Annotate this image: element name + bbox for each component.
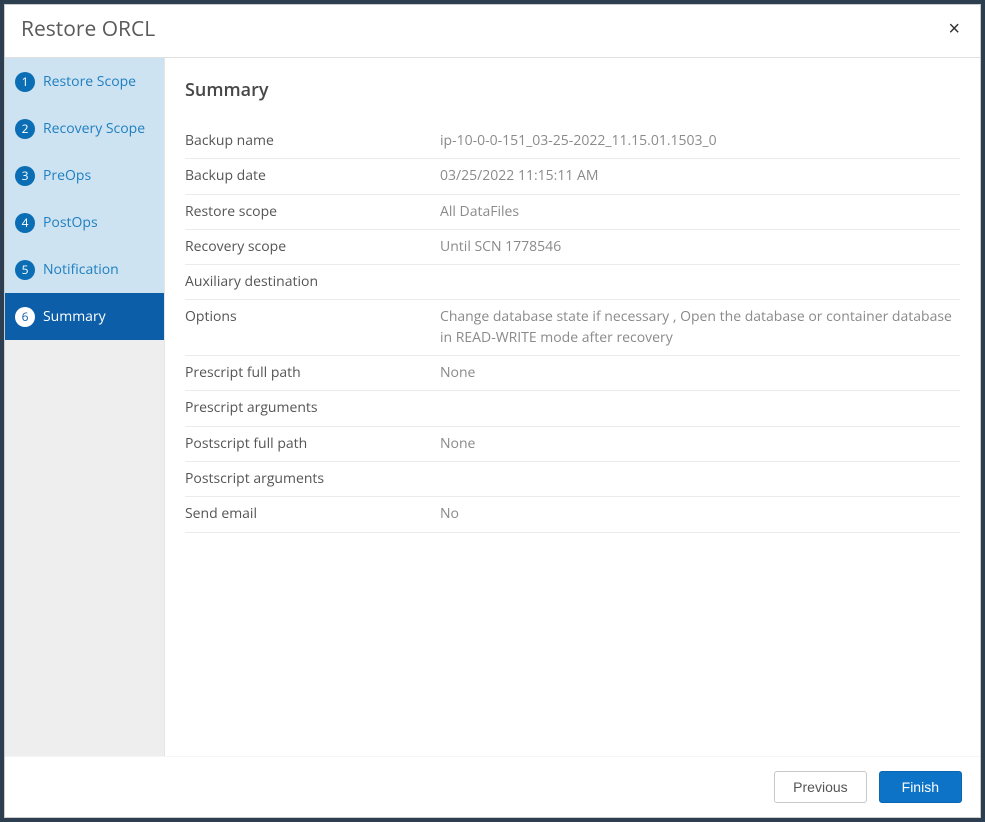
- summary-row-send-email: Send email No: [185, 497, 960, 532]
- summary-value: ip-10-0-0-151_03-25-2022_11.15.01.1503_0: [440, 131, 960, 151]
- sidebar-item-recovery-scope[interactable]: 2 Recovery Scope: [5, 105, 164, 152]
- summary-label: Restore scope: [185, 202, 440, 222]
- content-panel: Summary Backup name ip-10-0-0-151_03-25-…: [165, 58, 980, 756]
- sidebar-item-label: Notification: [43, 260, 119, 279]
- summary-value: Until SCN 1778546: [440, 237, 960, 257]
- close-icon[interactable]: ×: [944, 19, 964, 39]
- sidebar-item-label: Restore Scope: [43, 72, 136, 91]
- summary-value: All DataFiles: [440, 202, 960, 222]
- summary-label: Postscript arguments: [185, 469, 440, 489]
- previous-button[interactable]: Previous: [774, 771, 866, 803]
- sidebar-item-preops[interactable]: 3 PreOps: [5, 152, 164, 199]
- summary-label: Recovery scope: [185, 237, 440, 257]
- page-title: Summary: [185, 78, 960, 102]
- modal-header: Restore ORCL ×: [5, 5, 980, 58]
- sidebar-item-label: PreOps: [43, 166, 91, 185]
- summary-value: [440, 469, 960, 489]
- summary-label: Backup date: [185, 166, 440, 186]
- sidebar-item-notification[interactable]: 5 Notification: [5, 246, 164, 293]
- summary-row-prescript-full-path: Prescript full path None: [185, 356, 960, 391]
- summary-row-backup-name: Backup name ip-10-0-0-151_03-25-2022_11.…: [185, 124, 960, 159]
- summary-row-restore-scope: Restore scope All DataFiles: [185, 195, 960, 230]
- summary-value: None: [440, 434, 960, 454]
- summary-value: No: [440, 504, 960, 524]
- step-number-icon: 2: [15, 119, 35, 139]
- step-number-icon: 3: [15, 166, 35, 186]
- restore-wizard-modal: Restore ORCL × 1 Restore Scope 2 Recover…: [4, 4, 981, 818]
- step-number-icon: 1: [15, 72, 35, 92]
- sidebar-item-label: PostOps: [43, 213, 98, 232]
- modal-title: Restore ORCL: [21, 15, 155, 43]
- summary-row-auxiliary-destination: Auxiliary destination: [185, 265, 960, 300]
- summary-value: None: [440, 363, 960, 383]
- sidebar-item-summary[interactable]: 6 Summary: [5, 293, 164, 340]
- summary-row-prescript-arguments: Prescript arguments: [185, 391, 960, 426]
- summary-label: Prescript full path: [185, 363, 440, 383]
- sidebar-item-label: Recovery Scope: [43, 119, 145, 138]
- summary-value: [440, 398, 960, 418]
- summary-label: Prescript arguments: [185, 398, 440, 418]
- step-number-icon: 5: [15, 260, 35, 280]
- finish-button[interactable]: Finish: [879, 771, 962, 803]
- summary-value: 03/25/2022 11:15:11 AM: [440, 166, 960, 186]
- summary-row-postscript-full-path: Postscript full path None: [185, 427, 960, 462]
- sidebar-item-label: Summary: [43, 307, 106, 326]
- summary-label: Send email: [185, 504, 440, 524]
- summary-row-postscript-arguments: Postscript arguments: [185, 462, 960, 497]
- step-number-icon: 4: [15, 213, 35, 233]
- modal-footer: Previous Finish: [5, 756, 980, 817]
- summary-row-backup-date: Backup date 03/25/2022 11:15:11 AM: [185, 159, 960, 194]
- summary-value: [440, 272, 960, 292]
- sidebar-item-restore-scope[interactable]: 1 Restore Scope: [5, 58, 164, 105]
- wizard-sidebar: 1 Restore Scope 2 Recovery Scope 3 PreOp…: [5, 58, 165, 756]
- modal-body: 1 Restore Scope 2 Recovery Scope 3 PreOp…: [5, 58, 980, 756]
- summary-label: Auxiliary destination: [185, 272, 440, 292]
- summary-row-options: Options Change database state if necessa…: [185, 300, 960, 356]
- summary-label: Options: [185, 307, 440, 348]
- summary-label: Postscript full path: [185, 434, 440, 454]
- summary-row-recovery-scope: Recovery scope Until SCN 1778546: [185, 230, 960, 265]
- summary-value: Change database state if necessary , Ope…: [440, 307, 960, 348]
- summary-label: Backup name: [185, 131, 440, 151]
- sidebar-item-postops[interactable]: 4 PostOps: [5, 199, 164, 246]
- step-number-icon: 6: [15, 307, 35, 327]
